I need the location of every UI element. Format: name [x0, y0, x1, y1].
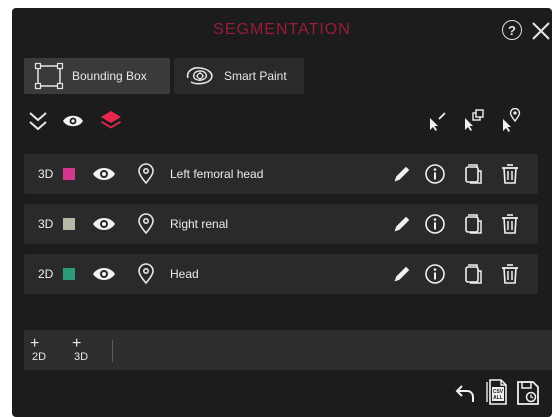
segment-label[interactable]: Left femoral head [170, 167, 263, 181]
tab-bounding-box[interactable]: Bounding Box [24, 58, 170, 94]
layers-icon[interactable] [100, 109, 122, 131]
pencil-icon[interactable] [392, 214, 412, 234]
segment-color-swatch[interactable] [63, 168, 75, 180]
trash-icon[interactable] [500, 212, 520, 236]
copy-icon[interactable] [464, 213, 484, 235]
segment-label[interactable]: Right renal [170, 217, 228, 231]
select-location-icon[interactable] [500, 108, 522, 132]
segment-color-swatch[interactable] [63, 268, 75, 280]
trash-icon[interactable] [500, 262, 520, 286]
tab-smart-paint-label: Smart Paint [224, 69, 287, 83]
all-label: ALL [493, 395, 503, 401]
eye-icon[interactable] [62, 114, 84, 128]
export-csv-icon[interactable]: CSV ALL [484, 378, 510, 406]
segment-dimension: 3D [38, 167, 54, 181]
help-icon: ? [508, 22, 516, 38]
select-copy-icon[interactable] [462, 109, 486, 131]
segment-row[interactable]: 2D Head [24, 254, 538, 294]
add-2d-segment-button[interactable]: + 2D [28, 336, 52, 366]
eye-icon[interactable] [92, 216, 116, 232]
tab-smart-paint[interactable]: Smart Paint [174, 58, 304, 94]
eye-icon[interactable] [92, 266, 116, 282]
location-pin-icon[interactable] [136, 213, 156, 235]
smart-paint-icon [186, 67, 213, 85]
collapse-all-icon[interactable] [28, 110, 48, 132]
segment-row[interactable]: 3D Left femoral head [24, 154, 538, 194]
save-icon[interactable] [516, 380, 540, 406]
segment-dimension: 3D [38, 217, 54, 231]
location-pin-icon[interactable] [136, 163, 156, 185]
pencil-icon[interactable] [392, 264, 412, 284]
segment-row[interactable]: 3D Right renal [24, 204, 538, 244]
segment-label[interactable]: Head [170, 267, 199, 281]
help-button[interactable]: ? [502, 20, 522, 40]
panel-title: SEGMENTATION [213, 21, 351, 38]
plus-icon: + [30, 335, 40, 352]
location-pin-icon[interactable] [136, 263, 156, 285]
segment-dimension: 2D [38, 267, 54, 281]
plus-icon: + [72, 335, 82, 352]
pencil-icon[interactable] [392, 164, 412, 184]
add-segment-bar: + 2D + 3D [24, 330, 552, 370]
trash-icon[interactable] [500, 162, 520, 186]
add-2d-label: 2D [32, 351, 47, 363]
segmentation-panel: SEGMENTATION ? Bounding Box Smart Paint [12, 8, 552, 417]
select-cursor-icon[interactable] [426, 110, 448, 132]
add-3d-label: 3D [74, 351, 89, 363]
copy-icon[interactable] [464, 163, 484, 185]
copy-icon[interactable] [464, 263, 484, 285]
close-button[interactable] [530, 20, 552, 42]
info-icon[interactable] [424, 263, 446, 285]
tab-bounding-box-label: Bounding Box [72, 69, 147, 83]
bounding-box-icon [34, 62, 64, 90]
info-icon[interactable] [424, 163, 446, 185]
close-icon [532, 22, 550, 40]
add-3d-segment-button[interactable]: + 3D [70, 336, 94, 366]
undo-icon[interactable] [455, 384, 477, 404]
separator [112, 340, 113, 362]
segment-color-swatch[interactable] [63, 218, 75, 230]
info-icon[interactable] [424, 213, 446, 235]
eye-icon[interactable] [92, 166, 116, 182]
